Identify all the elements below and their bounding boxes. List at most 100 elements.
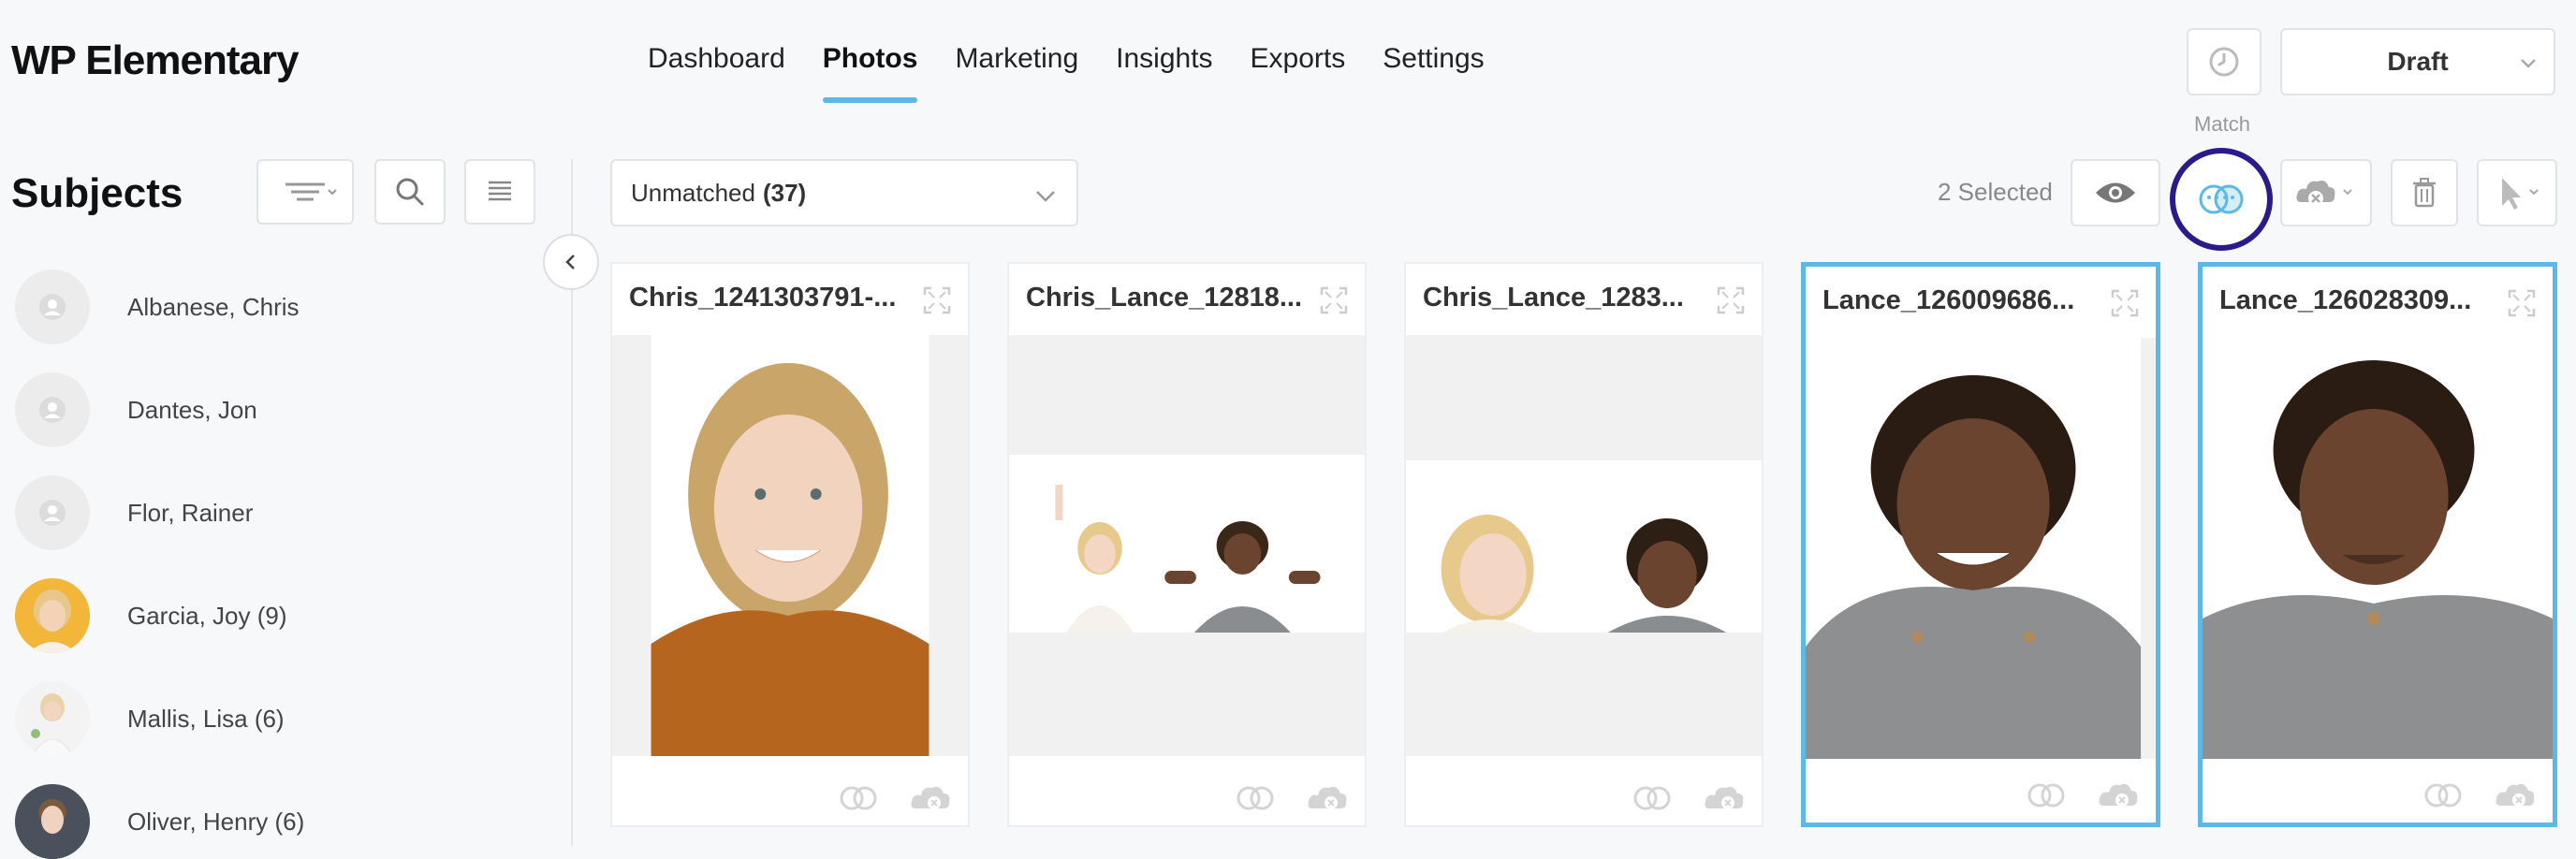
photo-title: Lance_126028309... xyxy=(2219,285,2472,315)
eye-icon xyxy=(2096,182,2135,203)
photo-card[interactable]: Chris_Lance_1283... xyxy=(1404,262,1764,827)
chevron-down-icon xyxy=(1036,191,1055,202)
cloud-remove-icon[interactable] xyxy=(2495,781,2536,809)
filter-label: Unmatched xyxy=(631,178,755,207)
child-portrait xyxy=(15,784,90,859)
cloud-remove-icon[interactable] xyxy=(910,784,951,812)
chevron-down-icon xyxy=(2521,59,2536,68)
app-header: WP Elementary Dashboard Photos Marketing… xyxy=(0,0,2576,136)
avatar xyxy=(15,784,90,859)
avatar xyxy=(15,372,90,447)
photo-image xyxy=(1009,335,1365,756)
nav-marketing[interactable]: Marketing xyxy=(955,43,1078,103)
photo-image xyxy=(1406,335,1762,756)
child-photo xyxy=(2203,338,2553,759)
photo-title: Chris_Lance_12818... xyxy=(1026,283,1303,313)
subjects-sidebar: Subjects Albanese, Chris Dantes, Jon Flo… xyxy=(0,150,571,859)
photo-card[interactable]: Chris_1241303791-... xyxy=(610,262,970,827)
chevron-left-icon xyxy=(565,255,575,269)
subject-item[interactable]: Garcia, Joy (9) xyxy=(15,578,558,653)
status-select[interactable]: Draft xyxy=(2280,28,2555,95)
photo-image xyxy=(2203,338,2553,759)
match-faces-icon[interactable] xyxy=(1234,785,1277,811)
card-actions xyxy=(2025,781,2139,809)
list-icon xyxy=(489,181,511,201)
avatar xyxy=(15,578,90,653)
subject-name: Oliver, Henry (6) xyxy=(127,807,305,836)
photo-title: Chris_Lance_1283... xyxy=(1423,283,1684,313)
selected-count: 2 Selected xyxy=(1938,178,2053,206)
match-faces-icon[interactable] xyxy=(2025,782,2068,808)
card-actions xyxy=(1234,784,1348,812)
subject-name: Flor, Rainer xyxy=(127,498,254,527)
child-portrait xyxy=(15,578,90,653)
subject-name: Dantes, Jon xyxy=(127,395,257,424)
subject-item[interactable]: Mallis, Lisa (6) xyxy=(15,681,558,756)
match-faces-icon[interactable] xyxy=(837,785,880,811)
expand-icon[interactable] xyxy=(2508,289,2536,317)
sort-filter-button[interactable] xyxy=(256,159,354,225)
user-placeholder-icon xyxy=(39,500,66,526)
card-actions xyxy=(1631,784,1745,812)
select-tool-button[interactable] xyxy=(2477,159,2557,226)
photo-title: Lance_126009686... xyxy=(1822,285,2075,315)
subjects-title: Subjects xyxy=(11,170,183,216)
cloud-remove-icon xyxy=(2296,180,2352,206)
subject-name: Garcia, Joy (9) xyxy=(127,601,287,630)
filter-select[interactable]: Unmatched (37) xyxy=(610,159,1078,226)
subject-item[interactable]: Flor, Rainer xyxy=(15,475,558,550)
history-button[interactable] xyxy=(2187,28,2261,95)
avatar xyxy=(15,681,90,756)
expand-icon[interactable] xyxy=(923,286,951,314)
match-button[interactable] xyxy=(2170,148,2273,251)
collapse-sidebar-button[interactable] xyxy=(543,234,599,290)
nav-insights[interactable]: Insights xyxy=(1116,43,1212,103)
nav-photos[interactable]: Photos xyxy=(822,43,917,103)
user-placeholder-icon xyxy=(39,397,66,423)
clock-icon xyxy=(2209,47,2239,77)
two-children-photo xyxy=(1406,335,1762,756)
cloud-remove-icon[interactable] xyxy=(1307,784,1348,812)
sort-lines-icon xyxy=(285,182,337,201)
child-portrait xyxy=(15,681,90,756)
expand-icon[interactable] xyxy=(2111,289,2139,317)
avatar xyxy=(15,269,90,344)
match-faces-icon xyxy=(2199,184,2244,214)
nav-exports[interactable]: Exports xyxy=(1251,43,1346,103)
search-icon xyxy=(396,178,424,206)
status-value: Draft xyxy=(2387,47,2449,76)
match-faces-icon[interactable] xyxy=(2422,782,2465,808)
photo-card[interactable]: Chris_Lance_12818... xyxy=(1007,262,1367,827)
match-faces-icon[interactable] xyxy=(1631,785,1674,811)
photo-card-selected[interactable]: Lance_126028309... xyxy=(2198,262,2557,827)
nav-settings[interactable]: Settings xyxy=(1383,43,1484,103)
search-button[interactable] xyxy=(374,159,446,225)
cloud-remove-icon[interactable] xyxy=(2098,781,2139,809)
nav-dashboard[interactable]: Dashboard xyxy=(648,43,785,103)
card-actions xyxy=(2422,781,2536,809)
main-nav: Dashboard Photos Marketing Insights Expo… xyxy=(648,43,1522,103)
delete-button[interactable] xyxy=(2391,159,2458,226)
cloud-remove-button[interactable] xyxy=(2280,159,2372,226)
expand-icon[interactable] xyxy=(1320,286,1348,314)
subject-item[interactable]: Oliver, Henry (6) xyxy=(15,784,558,859)
trash-icon xyxy=(2413,178,2436,208)
photo-card-selected[interactable]: Lance_126009686... xyxy=(1801,262,2160,827)
subject-name: Mallis, Lisa (6) xyxy=(127,704,285,733)
photo-title: Chris_1241303791-... xyxy=(629,283,897,313)
preview-button[interactable] xyxy=(2071,159,2160,226)
photo-image xyxy=(612,335,968,756)
expand-icon[interactable] xyxy=(1717,286,1745,314)
card-actions xyxy=(837,784,951,812)
two-children-photo xyxy=(1009,335,1365,756)
child-photo xyxy=(612,335,968,756)
app-logo[interactable]: WP Elementary xyxy=(11,37,300,84)
photo-image xyxy=(1806,338,2156,759)
cursor-icon xyxy=(2502,178,2539,210)
cloud-remove-icon[interactable] xyxy=(1704,784,1745,812)
subject-item[interactable]: Dantes, Jon xyxy=(15,372,558,447)
list-view-button[interactable] xyxy=(464,159,535,225)
child-photo xyxy=(1806,338,2156,759)
subject-name: Albanese, Chris xyxy=(127,292,300,321)
subject-item[interactable]: Albanese, Chris xyxy=(15,269,558,344)
